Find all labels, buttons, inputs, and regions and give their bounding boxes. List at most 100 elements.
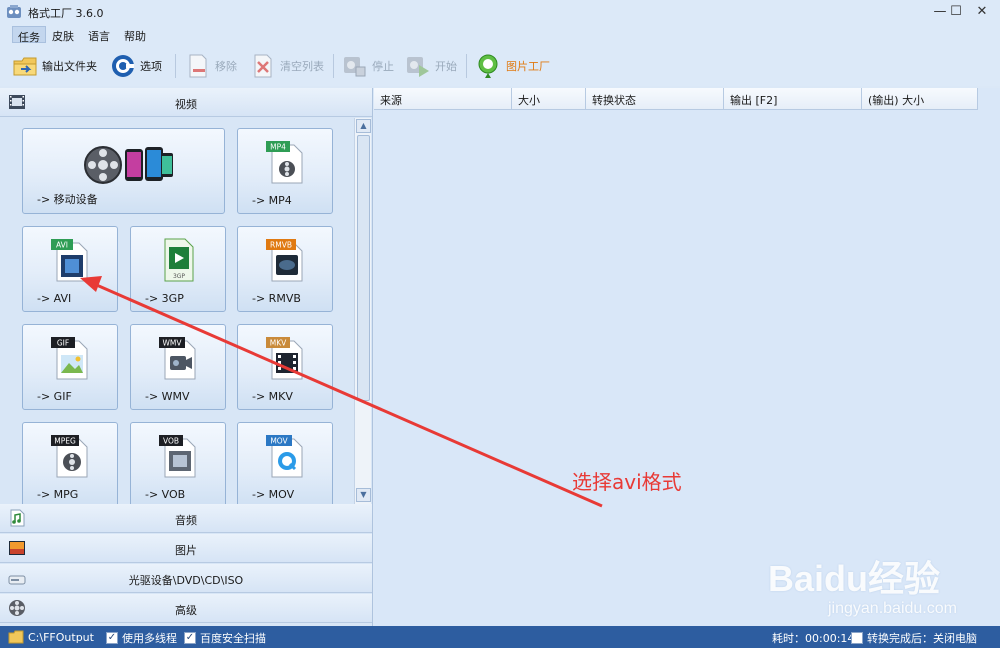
remove-icon bbox=[189, 54, 207, 78]
maximize-button[interactable]: ☐ bbox=[944, 2, 968, 22]
picture-factory-button[interactable]: 图片工厂 bbox=[476, 52, 550, 80]
baidu-watermark: Baidu经验 jingyan.baidu.com bbox=[768, 550, 988, 630]
baidu-scan-checkbox[interactable]: ✓ 百度安全扫描 bbox=[184, 630, 266, 646]
output-folder-button[interactable]: 输出文件夹 bbox=[12, 52, 97, 80]
app-icon bbox=[7, 5, 21, 18]
tile-3gp[interactable]: 3GP -> 3GP bbox=[130, 226, 226, 312]
folder-small-icon bbox=[8, 630, 24, 644]
format-grid-scrollbar[interactable]: ▲ ▼ bbox=[354, 118, 371, 504]
tile-wmv-label: -> WMV bbox=[145, 390, 190, 403]
mkv-badge: MKV bbox=[270, 339, 287, 348]
wmv-file-icon: WMV bbox=[159, 337, 196, 380]
column-source[interactable]: 来源 bbox=[374, 88, 512, 110]
tile-avi-label: -> AVI bbox=[37, 292, 72, 305]
stop-icon bbox=[344, 57, 366, 77]
format-grid: -> 移动设备 MP4 -> MP4 AVI -> AVI 3GP -> 3GP… bbox=[0, 118, 354, 504]
tile-mp4-label: -> MP4 bbox=[252, 194, 292, 207]
vob-badge: VOB bbox=[163, 437, 179, 446]
scroll-up-arrow[interactable]: ▲ bbox=[356, 119, 371, 133]
scroll-thumb[interactable] bbox=[357, 135, 370, 401]
gif-file-icon: GIF bbox=[51, 337, 88, 380]
column-output[interactable]: 输出 [F2] bbox=[724, 88, 862, 110]
toolbar-separator bbox=[175, 54, 176, 78]
stop-label: 停止 bbox=[372, 60, 394, 73]
remove-label: 移除 bbox=[215, 60, 237, 73]
column-size[interactable]: 大小 bbox=[512, 88, 586, 110]
tile-mov[interactable]: MOV -> MOV bbox=[237, 422, 333, 504]
tile-mp4[interactable]: MP4 -> MP4 bbox=[237, 128, 333, 214]
wmv-badge: WMV bbox=[162, 339, 182, 348]
scroll-down-arrow[interactable]: ▼ bbox=[356, 488, 371, 502]
tile-avi[interactable]: AVI -> AVI bbox=[22, 226, 118, 312]
category-audio[interactable]: 音频 bbox=[0, 504, 372, 533]
annotation-text: 选择avi格式 bbox=[572, 470, 682, 494]
start-icon bbox=[407, 57, 429, 77]
multithread-checkbox[interactable]: ✓ 使用多线程 bbox=[106, 630, 177, 646]
clear-list-button[interactable]: 清空列表 bbox=[250, 52, 324, 80]
menu-bar: 任务 皮肤 语言 帮助 bbox=[0, 24, 1000, 44]
mpg-badge: MPEG bbox=[54, 437, 76, 446]
check-icon: ✓ bbox=[184, 632, 196, 644]
after-convert-checkbox[interactable]: 转换完成后：关闭电脑 bbox=[851, 630, 977, 646]
tile-wmv[interactable]: WMV -> WMV bbox=[130, 324, 226, 410]
gif-badge: GIF bbox=[57, 339, 69, 348]
tile-mov-label: -> MOV bbox=[252, 488, 295, 501]
start-label: 开始 bbox=[435, 60, 457, 73]
remove-button[interactable]: 移除 bbox=[185, 52, 237, 80]
folder-icon bbox=[13, 57, 37, 76]
mobile-device-icon bbox=[84, 146, 173, 184]
tile-vob[interactable]: VOB -> VOB bbox=[130, 422, 226, 504]
task-list[interactable]: 来源 大小 转换状态 输出 [F2] (输出) 大小 bbox=[374, 88, 1000, 626]
category-video[interactable]: 视频 bbox=[0, 88, 372, 117]
tile-mpg-label: -> MPG bbox=[37, 488, 79, 501]
mp4-file-icon: MP4 bbox=[266, 141, 303, 184]
clear-list-label: 清空列表 bbox=[280, 60, 324, 73]
elapsed-time-text: 耗时：00:00:14 bbox=[772, 632, 855, 645]
vob-file-icon: VOB bbox=[159, 435, 196, 478]
avi-file-icon: AVI bbox=[51, 239, 88, 282]
clear-list-icon bbox=[254, 54, 272, 78]
tile-mpg[interactable]: MPEG -> MPG bbox=[22, 422, 118, 504]
stop-button[interactable]: 停止 bbox=[342, 52, 394, 80]
3gp-badge: 3GP bbox=[173, 273, 185, 280]
tile-rmvb[interactable]: RMVB -> RMVB bbox=[237, 226, 333, 312]
multithread-label: 使用多线程 bbox=[122, 632, 177, 645]
menu-help[interactable]: 帮助 bbox=[119, 26, 151, 43]
menu-task[interactable]: 任务 bbox=[12, 26, 46, 44]
tile-vob-label: -> VOB bbox=[145, 488, 186, 501]
options-button[interactable]: 选项 bbox=[110, 52, 162, 80]
category-rom-device-label: 光驱设备\DVD\CD\ISO bbox=[128, 574, 244, 587]
tile-gif-label: -> GIF bbox=[37, 390, 72, 403]
picture-factory-icon bbox=[478, 54, 498, 78]
category-rom-device[interactable]: 光驱设备\DVD\CD\ISO bbox=[0, 564, 372, 593]
output-folder-label: 输出文件夹 bbox=[42, 60, 97, 73]
category-video-label: 视频 bbox=[175, 98, 197, 111]
tile-mobile-device[interactable]: -> 移动设备 bbox=[22, 128, 225, 214]
elapsed-time: 耗时：00:00:14 bbox=[772, 630, 854, 646]
category-advanced[interactable]: 高级 bbox=[0, 594, 372, 623]
category-picture[interactable]: 图片 bbox=[0, 534, 372, 563]
category-audio-label: 音频 bbox=[175, 514, 197, 527]
3gp-file-icon: 3GP bbox=[164, 238, 194, 282]
options-label: 选项 bbox=[140, 60, 162, 73]
column-output-size[interactable]: (输出) 大小 bbox=[862, 88, 978, 110]
baidu-scan-label: 百度安全扫描 bbox=[200, 632, 266, 645]
close-button[interactable]: ✕ bbox=[970, 2, 994, 22]
after-convert-label: 转换完成后：关闭电脑 bbox=[867, 632, 977, 645]
tile-mkv-label: -> MKV bbox=[252, 390, 293, 403]
tile-gif[interactable]: GIF -> GIF bbox=[22, 324, 118, 410]
rmvb-file-icon: RMVB bbox=[266, 239, 303, 282]
options-icon bbox=[112, 55, 134, 77]
menu-skin[interactable]: 皮肤 bbox=[47, 26, 79, 43]
menu-language[interactable]: 语言 bbox=[83, 26, 115, 43]
mpg-file-icon: MPEG bbox=[51, 435, 88, 478]
status-bar: C:\FFOutput ✓ 使用多线程 ✓ 百度安全扫描 耗时：00:00:14… bbox=[0, 626, 1000, 648]
output-path[interactable]: C:\FFOutput bbox=[8, 630, 94, 644]
rmvb-badge: RMVB bbox=[270, 241, 292, 250]
check-icon: ✓ bbox=[106, 632, 118, 644]
tile-3gp-label: -> 3GP bbox=[145, 292, 184, 305]
tile-mkv[interactable]: MKV -> MKV bbox=[237, 324, 333, 410]
start-button[interactable]: 开始 bbox=[405, 52, 457, 80]
column-status[interactable]: 转换状态 bbox=[586, 88, 724, 110]
mp4-badge: MP4 bbox=[270, 143, 286, 152]
